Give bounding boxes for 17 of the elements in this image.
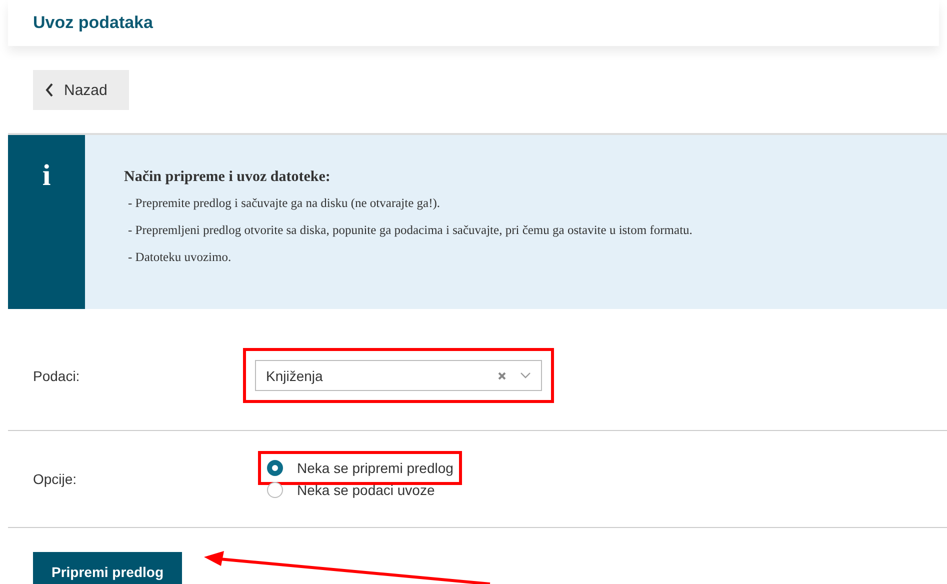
info-icon: i bbox=[42, 159, 51, 195]
chevron-down-icon[interactable] bbox=[520, 372, 531, 379]
submit-button[interactable]: Pripremi predlog bbox=[33, 552, 182, 584]
radio-option[interactable]: Neka se pripremi predlog bbox=[267, 460, 454, 476]
field-label: Podaci: bbox=[32, 368, 81, 384]
radio-button[interactable] bbox=[267, 460, 283, 476]
info-item: - Prepremljeni predlog otvorite sa diska, popunite ga podacima i sačuvajte, pri čemu ga ostavite u istom formatu. bbox=[128, 223, 694, 238]
radio-button[interactable] bbox=[267, 482, 283, 498]
field-label: Opcije: bbox=[32, 471, 78, 487]
back-button[interactable]: Nazad bbox=[33, 70, 129, 110]
clear-icon[interactable] bbox=[498, 372, 506, 380]
info-title: Način pripreme i uvoz datoteke: bbox=[124, 169, 332, 186]
chevron-left-icon bbox=[45, 83, 54, 97]
page-title: Uvoz podataka bbox=[33, 13, 153, 33]
info-item: - Prepremite predlog i sačuvajte ga na disku (ne otvarajte ga!). bbox=[128, 196, 442, 211]
radio-option[interactable]: Neka se podaci uvoze bbox=[267, 482, 435, 498]
info-item: - Datoteku uvozimo. bbox=[128, 250, 232, 265]
